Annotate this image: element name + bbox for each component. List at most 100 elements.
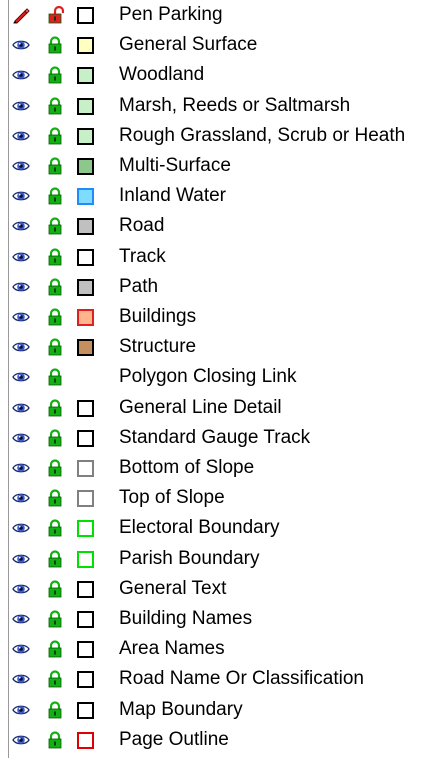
- padlock-locked-icon[interactable]: [46, 459, 64, 477]
- layer-color-swatch[interactable]: [77, 218, 94, 235]
- layer-color-swatch[interactable]: [77, 158, 94, 175]
- eye-icon[interactable]: [12, 36, 30, 54]
- layer-color-swatch[interactable]: [77, 520, 94, 537]
- padlock-locked-icon[interactable]: [46, 580, 64, 598]
- padlock-locked-icon[interactable]: [46, 368, 64, 386]
- eye-icon[interactable]: [12, 580, 30, 598]
- eye-icon[interactable]: [12, 248, 30, 266]
- layer-name: Structure: [119, 336, 197, 357]
- eye-icon[interactable]: [12, 368, 30, 386]
- eye-icon[interactable]: [12, 308, 30, 326]
- layer-color-swatch[interactable]: [77, 37, 94, 54]
- padlock-locked-icon[interactable]: [46, 550, 64, 568]
- eye-icon[interactable]: [12, 640, 30, 658]
- layer-row[interactable]: Marsh, Reeds or Saltmarsh: [0, 91, 443, 121]
- layer-color-swatch[interactable]: [77, 702, 94, 719]
- layer-color-swatch[interactable]: [77, 7, 94, 24]
- eye-icon[interactable]: [12, 399, 30, 417]
- eye-icon[interactable]: [12, 731, 30, 749]
- padlock-locked-icon[interactable]: [46, 308, 64, 326]
- eye-icon[interactable]: [12, 187, 30, 205]
- layer-row[interactable]: Road: [0, 211, 443, 241]
- layer-row[interactable]: Pen Parking: [0, 0, 443, 30]
- eye-icon[interactable]: [12, 670, 30, 688]
- layer-color-swatch[interactable]: [77, 611, 94, 628]
- eye-icon[interactable]: [12, 489, 30, 507]
- eye-icon[interactable]: [12, 66, 30, 84]
- padlock-unlocked-icon[interactable]: [46, 5, 65, 24]
- layer-row[interactable]: Area Names: [0, 634, 443, 664]
- padlock-locked-icon[interactable]: [46, 519, 64, 537]
- layer-color-swatch[interactable]: [77, 581, 94, 598]
- layer-row[interactable]: Multi-Surface: [0, 151, 443, 181]
- layer-row[interactable]: Building Names: [0, 604, 443, 634]
- eye-icon[interactable]: [12, 157, 30, 175]
- padlock-locked-icon[interactable]: [46, 127, 64, 145]
- layer-row[interactable]: Polygon Closing Link: [0, 362, 443, 392]
- padlock-locked-icon[interactable]: [46, 731, 64, 749]
- padlock-locked-icon[interactable]: [46, 399, 64, 417]
- eye-icon[interactable]: [12, 701, 30, 719]
- layer-row[interactable]: General Text: [0, 574, 443, 604]
- padlock-locked-icon[interactable]: [46, 248, 64, 266]
- layer-color-swatch[interactable]: [77, 98, 94, 115]
- layer-row[interactable]: Woodland: [0, 60, 443, 90]
- layer-row[interactable]: Standard Gauge Track: [0, 423, 443, 453]
- padlock-locked-icon[interactable]: [46, 429, 64, 447]
- padlock-locked-icon[interactable]: [46, 187, 64, 205]
- padlock-locked-icon[interactable]: [46, 66, 64, 84]
- layer-row[interactable]: Inland Water: [0, 181, 443, 211]
- layer-color-swatch[interactable]: [77, 279, 94, 296]
- padlock-locked-icon[interactable]: [46, 278, 64, 296]
- layer-color-swatch[interactable]: [77, 67, 94, 84]
- eye-icon[interactable]: [12, 338, 30, 356]
- padlock-locked-icon[interactable]: [46, 670, 64, 688]
- layer-row[interactable]: Top of Slope: [0, 483, 443, 513]
- layer-color-swatch[interactable]: [77, 339, 94, 356]
- layer-row[interactable]: Road Name Or Classification: [0, 664, 443, 694]
- eye-icon[interactable]: [12, 550, 30, 568]
- eye-icon[interactable]: [12, 610, 30, 628]
- padlock-locked-icon[interactable]: [46, 217, 64, 235]
- layer-row[interactable]: Bottom of Slope: [0, 453, 443, 483]
- eye-icon[interactable]: [12, 97, 30, 115]
- layer-color-swatch[interactable]: [77, 460, 94, 477]
- layer-color-swatch[interactable]: [77, 188, 94, 205]
- padlock-locked-icon[interactable]: [46, 97, 64, 115]
- layer-row[interactable]: Map Boundary: [0, 695, 443, 725]
- padlock-locked-icon[interactable]: [46, 640, 64, 658]
- layer-color-swatch[interactable]: [77, 641, 94, 658]
- layer-row[interactable]: Page Outline: [0, 725, 443, 755]
- layer-color-swatch[interactable]: [77, 732, 94, 749]
- padlock-locked-icon[interactable]: [46, 36, 64, 54]
- layer-row[interactable]: General Surface: [0, 30, 443, 60]
- eye-icon[interactable]: [12, 519, 30, 537]
- layer-row[interactable]: Track: [0, 242, 443, 272]
- eye-icon[interactable]: [12, 127, 30, 145]
- layer-row[interactable]: General Line Detail: [0, 393, 443, 423]
- layer-row[interactable]: Structure: [0, 332, 443, 362]
- layer-color-swatch[interactable]: [77, 249, 94, 266]
- padlock-locked-icon[interactable]: [46, 489, 64, 507]
- layer-row[interactable]: Buildings: [0, 302, 443, 332]
- padlock-locked-icon[interactable]: [46, 701, 64, 719]
- eye-icon[interactable]: [12, 459, 30, 477]
- layer-color-swatch[interactable]: [77, 490, 94, 507]
- pencil-icon[interactable]: [12, 6, 30, 24]
- layer-color-swatch[interactable]: [77, 430, 94, 447]
- layer-row[interactable]: Parish Boundary: [0, 544, 443, 574]
- padlock-locked-icon[interactable]: [46, 157, 64, 175]
- eye-icon[interactable]: [12, 217, 30, 235]
- padlock-locked-icon[interactable]: [46, 610, 64, 628]
- layer-row[interactable]: Electoral Boundary: [0, 513, 443, 543]
- layer-color-swatch[interactable]: [77, 551, 94, 568]
- eye-icon[interactable]: [12, 278, 30, 296]
- layer-color-swatch[interactable]: [77, 309, 94, 326]
- layer-row[interactable]: Path: [0, 272, 443, 302]
- padlock-locked-icon[interactable]: [46, 338, 64, 356]
- layer-color-swatch[interactable]: [77, 671, 94, 688]
- eye-icon[interactable]: [12, 429, 30, 447]
- layer-color-swatch[interactable]: [77, 400, 94, 417]
- layer-row[interactable]: Rough Grassland, Scrub or Heath: [0, 121, 443, 151]
- layer-color-swatch[interactable]: [77, 128, 94, 145]
